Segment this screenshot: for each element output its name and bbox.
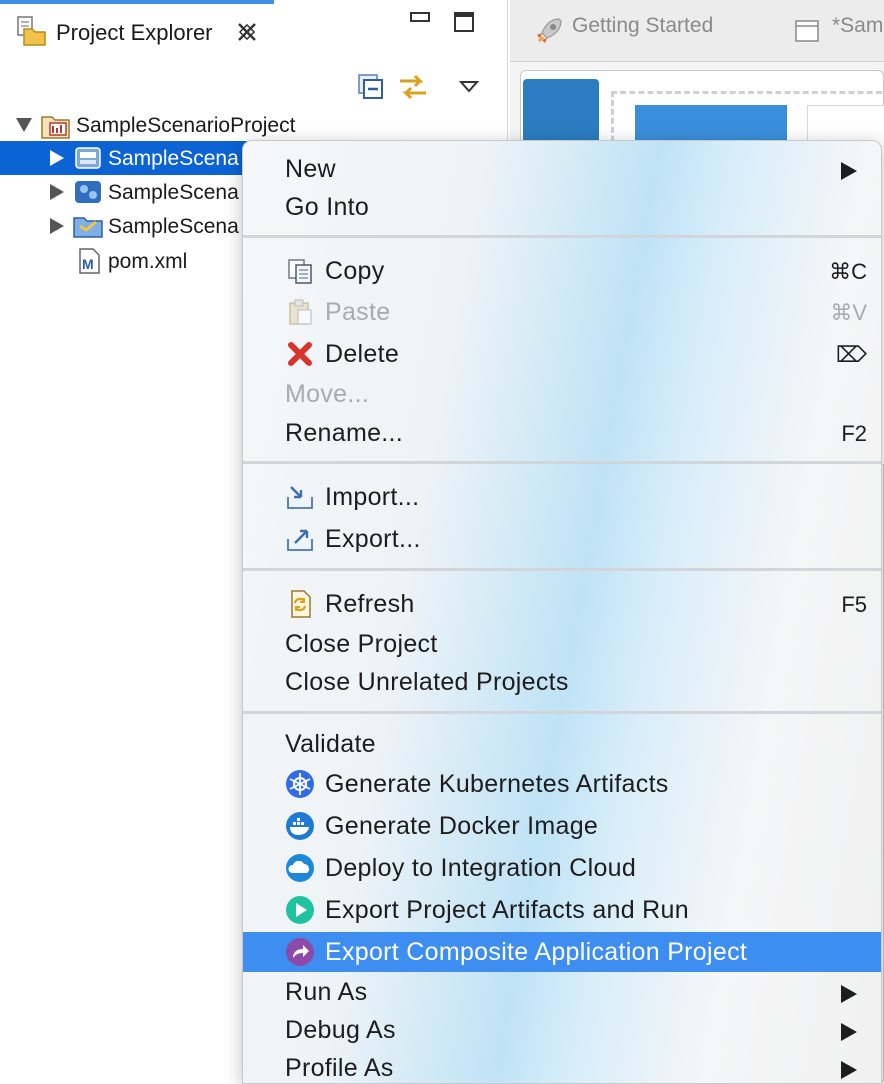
menu-item-label: Profile As (285, 1054, 394, 1082)
link-with-editor-icon[interactable] (396, 70, 430, 104)
menu-item-import[interactable]: Import... (243, 477, 881, 517)
menu-item-close-project[interactable]: Close Project (243, 624, 881, 664)
tab-getting-started[interactable]: Getting Started (572, 14, 713, 38)
tree-item-label: SampleScena (108, 215, 239, 238)
menu-item-rename[interactable]: Rename... F2 (243, 413, 881, 453)
view-menu-icon[interactable] (452, 70, 486, 104)
project-explorer-tab[interactable]: Project Explorer (0, 0, 274, 56)
menu-item-label: Close Unrelated Projects (285, 668, 569, 696)
context-menu: New Go Into Copy ⌘C Paste ⌘V Delete ⌦ Mo… (242, 140, 882, 1084)
tree-item-label: SampleScena (108, 181, 239, 204)
cloud-icon (285, 853, 315, 883)
editor-file-icon (794, 18, 820, 44)
svg-text:M: M (82, 256, 94, 272)
export-icon (285, 524, 315, 554)
submenu-arrow-icon (841, 1061, 857, 1079)
import-icon (285, 482, 315, 512)
menu-item-label: Generate Docker Image (325, 812, 599, 840)
menu-item-paste: Paste ⌘V (243, 292, 881, 332)
menu-separator (243, 568, 881, 571)
maximize-view-icon[interactable] (454, 12, 474, 32)
menu-item-validate[interactable]: Validate (243, 724, 881, 764)
docker-icon (285, 811, 315, 841)
submenu-arrow-icon (841, 1023, 857, 1041)
menu-item-label: Delete (325, 340, 400, 368)
refresh-icon (285, 589, 315, 619)
tab-sample-editor[interactable]: *Sam (832, 14, 883, 38)
menu-item-delete[interactable]: Delete ⌦ (243, 334, 881, 374)
kubernetes-icon (285, 769, 315, 799)
module-icon (72, 178, 102, 206)
menu-item-label: Export Project Artifacts and Run (325, 896, 689, 924)
menu-item-label: Export Composite Application Project (325, 938, 748, 966)
menu-item-export[interactable]: Export... (243, 519, 881, 559)
menu-item-deploy-cloud[interactable]: Deploy to Integration Cloud (243, 848, 881, 888)
expand-icon[interactable] (50, 218, 64, 234)
minimize-view-icon[interactable] (410, 12, 430, 22)
menu-item-run-as[interactable]: Run As (243, 972, 881, 1012)
menu-item-label: Run As (285, 978, 368, 1006)
submenu-arrow-icon (841, 985, 857, 1003)
menu-item-label: Import... (325, 483, 420, 511)
close-icon[interactable] (236, 21, 258, 47)
menu-item-new[interactable]: New (243, 149, 881, 189)
menu-item-label: Paste (325, 298, 391, 326)
menu-item-label: Go Into (285, 193, 370, 221)
menu-item-refresh[interactable]: Refresh F5 (243, 584, 881, 624)
expand-icon[interactable] (50, 150, 64, 166)
menu-item-label: Refresh (325, 590, 415, 618)
shortcut-label: ⌘V (830, 300, 867, 325)
delete-icon (285, 339, 315, 369)
menu-item-export-run[interactable]: Export Project Artifacts and Run (243, 890, 881, 930)
explorer-toolbar (0, 64, 508, 110)
menu-item-label: Export... (325, 525, 421, 553)
menu-item-profile-as[interactable]: Profile As (243, 1048, 881, 1083)
tree-item-label: SampleScenarioProject (76, 114, 296, 137)
menu-item-debug-as[interactable]: Debug As (243, 1010, 881, 1050)
collapse-all-icon[interactable] (354, 70, 388, 104)
shortcut-label: F5 (841, 592, 867, 617)
project-explorer-title: Project Explorer (56, 20, 213, 45)
menu-separator (243, 711, 881, 714)
tree-item-label: pom.xml (108, 250, 188, 273)
project-icon (40, 111, 70, 139)
menu-item-label: Deploy to Integration Cloud (325, 854, 637, 882)
menu-item-label: New (285, 155, 336, 183)
menu-separator (243, 461, 881, 464)
play-icon (285, 895, 315, 925)
project-explorer-icon (14, 14, 48, 48)
paste-icon (285, 297, 315, 327)
menu-item-move: Move... (243, 374, 881, 414)
expand-icon[interactable] (16, 118, 32, 132)
folder-icon (72, 212, 103, 240)
copy-icon (285, 256, 315, 286)
rocket-icon (532, 14, 566, 48)
tree-item-label: SampleScena (108, 147, 239, 170)
maven-file-icon: M (76, 247, 106, 275)
menu-item-close-unrelated[interactable]: Close Unrelated Projects (243, 662, 881, 702)
share-arrow-icon (285, 937, 315, 967)
menu-item-label: Copy (325, 257, 385, 285)
shortcut-label: ⌦ (835, 342, 867, 367)
menu-item-copy[interactable]: Copy ⌘C (243, 251, 881, 291)
menu-item-generate-docker[interactable]: Generate Docker Image (243, 806, 881, 846)
menu-item-export-composite[interactable]: Export Composite Application Project (243, 932, 881, 972)
menu-item-go-into[interactable]: Go Into (243, 187, 881, 227)
module-icon (72, 144, 102, 172)
submenu-arrow-icon (841, 162, 857, 180)
tree-item-project[interactable]: SampleScenarioProject (0, 108, 508, 142)
expand-icon[interactable] (50, 184, 64, 200)
menu-item-label: Validate (285, 730, 376, 758)
menu-item-label: Rename... (285, 419, 404, 447)
menu-item-label: Move... (285, 380, 370, 408)
shortcut-label: ⌘C (829, 259, 867, 284)
shortcut-label: F2 (841, 421, 867, 446)
menu-item-label: Close Project (285, 630, 438, 658)
menu-item-label: Debug As (285, 1016, 396, 1044)
editor-tabbar: Getting Started *Sam (510, 0, 884, 62)
menu-item-generate-kubernetes[interactable]: Generate Kubernetes Artifacts (243, 764, 881, 804)
explorer-tabbar: Project Explorer (0, 0, 508, 62)
menu-separator (243, 235, 881, 238)
menu-item-label: Generate Kubernetes Artifacts (325, 770, 669, 798)
